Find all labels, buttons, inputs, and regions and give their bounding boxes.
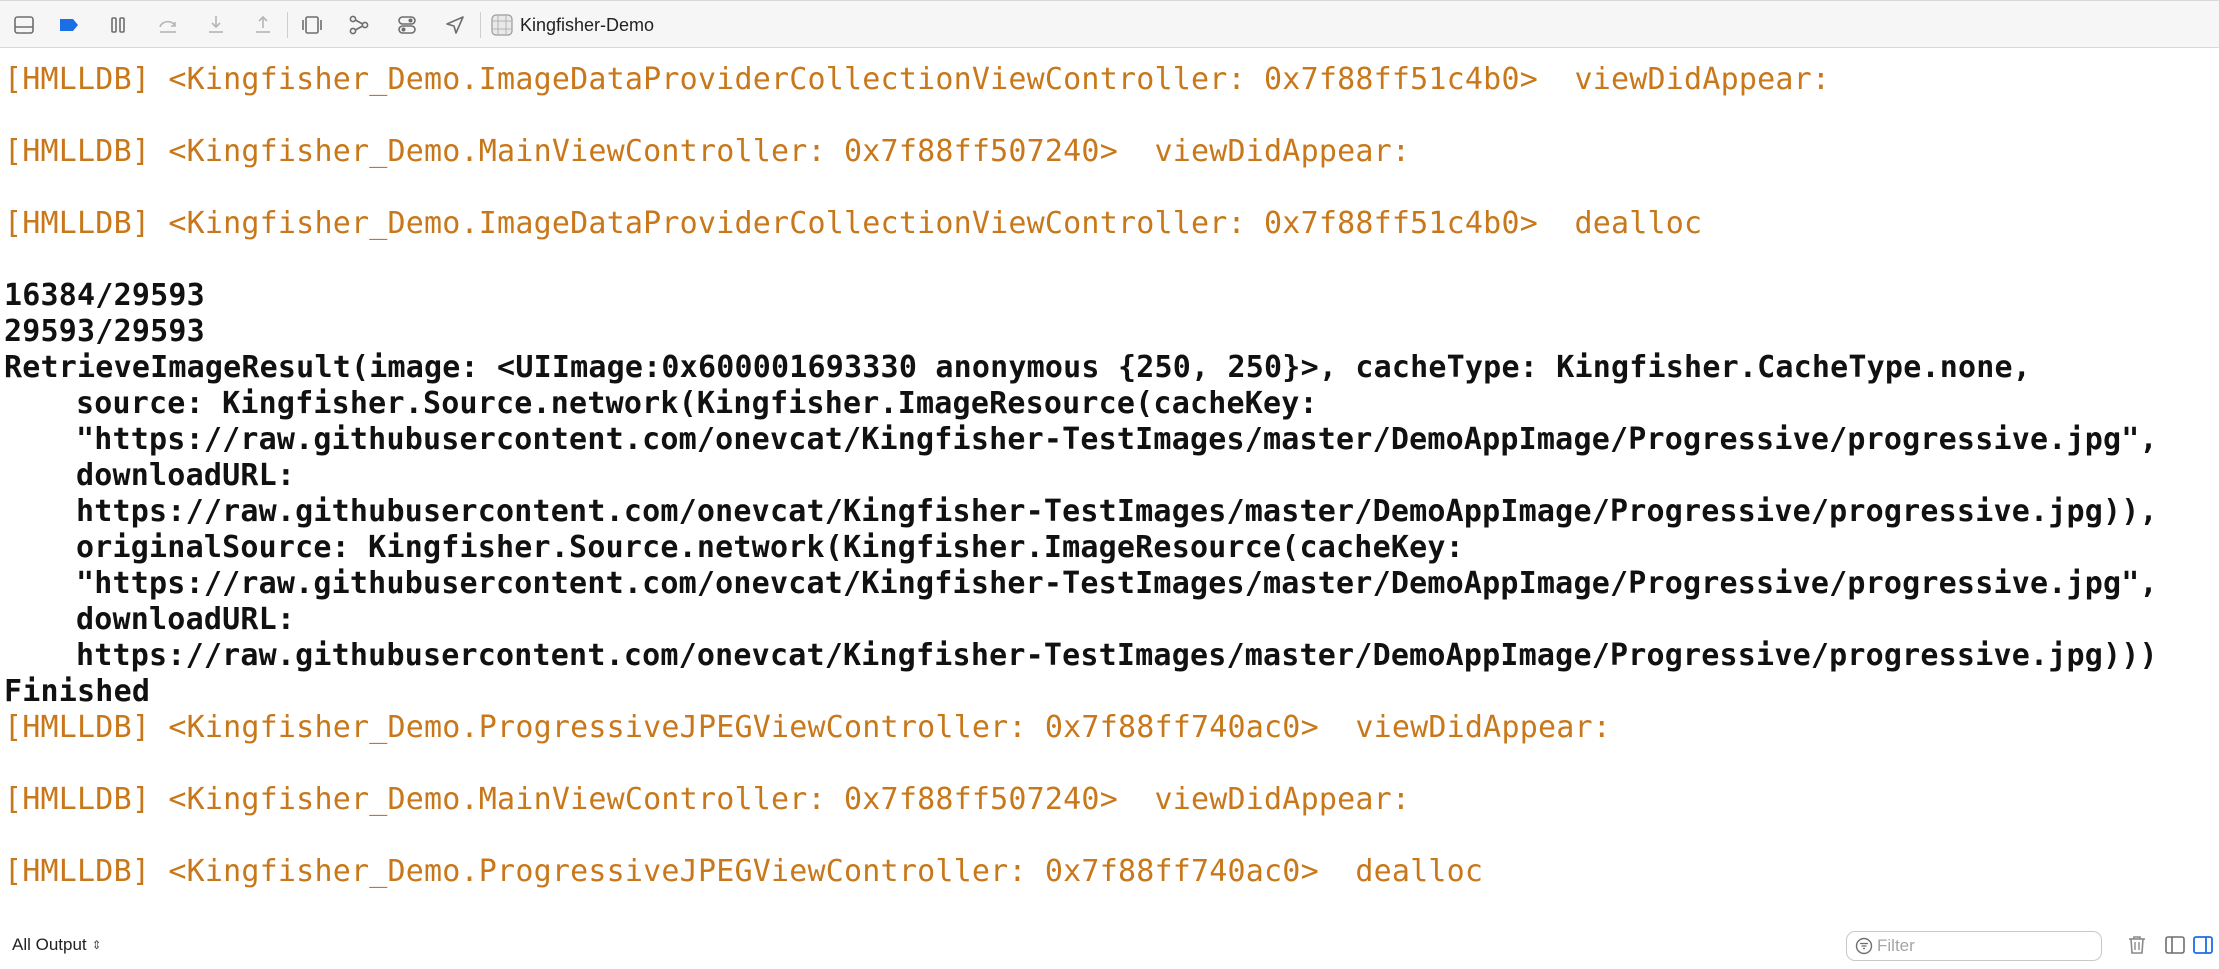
toolbar-divider (287, 12, 288, 38)
console-line: originalSource: Kingfisher.Source.networ… (76, 530, 1464, 565)
filter-icon (1855, 937, 1873, 955)
console-line: RetrieveImageResult(image: <UIImage:0x60… (4, 350, 2032, 385)
chevron-updown-icon: ⇕ (91, 938, 102, 952)
breakpoints-toggle-icon[interactable] (56, 12, 82, 38)
debug-toolbar: Kingfisher-Demo (0, 0, 2219, 48)
app-target-icon (491, 14, 513, 36)
toolbar-divider (480, 12, 481, 38)
output-selector-label: All Output (12, 935, 87, 954)
console-line: https://raw.githubusercontent.com/onevca… (76, 494, 2158, 529)
console-line: "https://raw.githubusercontent.com/onevc… (76, 422, 2158, 457)
environment-overrides-icon[interactable] (394, 12, 420, 38)
console-line: [HMLLDB] <Kingfisher_Demo.ProgressiveJPE… (4, 854, 1484, 889)
console-line: downloadURL: (76, 602, 296, 637)
step-into-icon[interactable] (203, 12, 229, 38)
console-bottom-bar: All Output ⇕ (0, 920, 2219, 969)
console-view-icon[interactable] (2190, 932, 2216, 958)
debug-view-hierarchy-icon[interactable] (299, 12, 325, 38)
console-line: [HMLLDB] <Kingfisher_Demo.MainViewContro… (4, 782, 1411, 817)
console-line: [HMLLDB] <Kingfisher_Demo.MainViewContro… (4, 134, 1411, 169)
step-out-icon[interactable] (250, 12, 276, 38)
console-line: downloadURL: (76, 458, 296, 493)
hide-debug-area-icon[interactable] (11, 12, 37, 38)
console-line: https://raw.githubusercontent.com/onevca… (76, 638, 2158, 673)
trash-icon[interactable] (2124, 932, 2150, 958)
console-line: source: Kingfisher.Source.network(Kingfi… (76, 386, 1318, 421)
output-selector[interactable]: All Output ⇕ (12, 933, 102, 957)
console-line: [HMLLDB] <Kingfisher_Demo.ImageDataProvi… (4, 62, 1831, 97)
filter-input[interactable] (1877, 933, 2093, 959)
target-name[interactable]: Kingfisher-Demo (520, 13, 654, 37)
console-line: 16384/29593 (4, 278, 205, 313)
console-line: 29593/29593 (4, 314, 205, 349)
filter-field[interactable] (1846, 931, 2102, 961)
console-line: [HMLLDB] <Kingfisher_Demo.ImageDataProvi… (4, 206, 1703, 241)
console-line: [HMLLDB] <Kingfisher_Demo.ProgressiveJPE… (4, 710, 1612, 745)
pause-icon[interactable] (106, 12, 132, 38)
console-line: Finished (4, 674, 151, 709)
step-over-icon[interactable] (155, 12, 181, 38)
debug-memory-graph-icon[interactable] (346, 12, 372, 38)
variables-view-icon[interactable] (2162, 932, 2188, 958)
console-line: "https://raw.githubusercontent.com/onevc… (76, 566, 2158, 601)
simulate-location-icon[interactable] (442, 12, 468, 38)
console-output[interactable]: [HMLLDB] <Kingfisher_Demo.ImageDataProvi… (0, 48, 2219, 920)
